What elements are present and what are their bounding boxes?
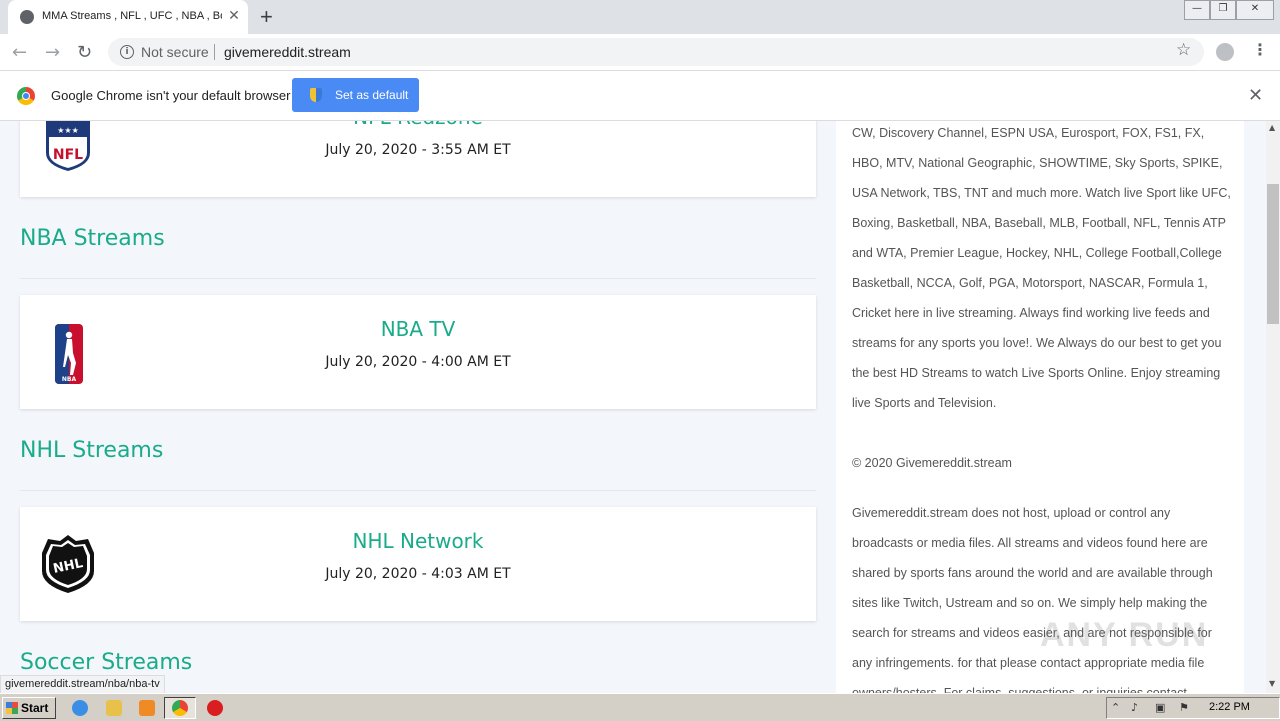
restore-button[interactable]: ❐: [1210, 0, 1236, 20]
minimize-button[interactable]: —: [1184, 0, 1210, 20]
globe-icon: [20, 10, 34, 24]
flag-icon[interactable]: ⚑: [1179, 702, 1191, 714]
shield-icon: [310, 88, 322, 102]
link-status-bar: givemereddit.stream/nba/nba-tv: [0, 675, 165, 694]
page-scrollbar[interactable]: ▲ ▼: [1266, 121, 1280, 693]
menu-kebab-icon[interactable]: ⋮: [1252, 40, 1268, 59]
start-label: Start: [21, 701, 49, 715]
internet-explorer-icon[interactable]: [72, 700, 88, 716]
back-arrow-icon[interactable]: ←: [12, 42, 27, 63]
folder-icon[interactable]: [106, 700, 122, 716]
card-date: July 20, 2020 - 3:55 AM ET: [325, 142, 511, 158]
scroll-thumb[interactable]: [1267, 184, 1279, 324]
sidebar-copyright: © 2020 Givemereddit.stream: [852, 456, 1012, 470]
windows-flag-icon: [6, 702, 18, 714]
card-date: July 20, 2020 - 4:00 AM ET: [325, 354, 511, 370]
start-button[interactable]: Start: [2, 697, 56, 719]
card-title[interactable]: NFL Redzone: [0, 121, 856, 129]
section-heading-soccer: Soccer Streams: [20, 650, 193, 675]
card-title[interactable]: NBA TV: [0, 317, 856, 341]
omnibox-separator: [214, 44, 215, 60]
stream-card-nhl[interactable]: NHL NHL Network July 20, 2020 - 4:03 AM …: [20, 507, 816, 621]
tab-title: MMA Streams , NFL , UFC , NBA , Bo: [42, 10, 222, 22]
section-heading-nhl: NHL Streams: [20, 438, 164, 463]
forward-arrow-icon[interactable]: →: [45, 42, 60, 63]
card-date: July 20, 2020 - 4:03 AM ET: [325, 566, 511, 582]
sidebar-disclaimer: Givemereddit.stream does not host, uploa…: [852, 506, 1213, 693]
sidebar-about: CW, Discovery Channel, ESPN USA, Eurospo…: [836, 121, 1244, 693]
infobar-close-icon[interactable]: ✕: [1248, 85, 1263, 106]
card-title[interactable]: NHL Network: [0, 529, 856, 553]
section-heading-nba: NBA Streams: [20, 226, 165, 251]
stop-sign-icon[interactable]: [207, 700, 223, 716]
tab-strip: MMA Streams , NFL , UFC , NBA , Bo ✕ + —…: [0, 0, 1280, 34]
new-tab-button[interactable]: +: [260, 4, 273, 30]
divider: [20, 278, 816, 279]
reload-icon[interactable]: ↻: [77, 42, 92, 63]
svg-text:NBA: NBA: [62, 376, 77, 383]
tray-chevron-icon[interactable]: ⌃: [1111, 702, 1123, 714]
stream-card-nba[interactable]: NBA NBA TV July 20, 2020 - 4:00 AM ET: [20, 295, 816, 409]
not-secure-label[interactable]: Not secure: [141, 44, 209, 60]
browser-toolbar: ← → ↻ i Not secure givemereddit.stream: [0, 34, 1280, 71]
windows-taskbar: Start ⌃ ♪ ▣ ⚑ 2:22 PM: [0, 693, 1280, 721]
default-browser-infobar: Google Chrome isn't your default browser…: [0, 71, 1280, 121]
page-content: NFL ★★★ NFL Redzone July 20, 2020 - 3:55…: [0, 121, 1266, 693]
scroll-down-arrow-icon[interactable]: ▼: [1269, 679, 1275, 688]
bookmark-star-icon[interactable]: ☆: [1176, 40, 1191, 60]
infobar-message: Google Chrome isn't your default browser: [51, 88, 291, 103]
window-close-button[interactable]: ✕: [1236, 0, 1274, 20]
url-text[interactable]: givemereddit.stream: [224, 44, 351, 60]
tab-close-icon[interactable]: ✕: [226, 8, 242, 24]
address-bar[interactable]: i Not secure givemereddit.stream: [108, 38, 1204, 66]
system-tray: ⌃ ♪ ▣ ⚑ 2:22 PM: [1106, 697, 1280, 719]
sidebar-description: CW, Discovery Channel, ESPN USA, Eurospo…: [852, 126, 1231, 410]
network-icon[interactable]: ▣: [1155, 702, 1167, 714]
browser-tab[interactable]: MMA Streams , NFL , UFC , NBA , Bo ✕: [8, 0, 248, 34]
anyrun-watermark: ANY RUN: [1040, 616, 1209, 654]
chrome-icon: [172, 700, 188, 716]
chrome-logo-icon: [17, 87, 35, 105]
set-as-default-label: Set as default: [335, 88, 409, 102]
media-player-icon[interactable]: [139, 700, 155, 716]
divider: [20, 490, 816, 491]
clock[interactable]: 2:22 PM: [1209, 701, 1250, 713]
volume-icon[interactable]: ♪: [1131, 702, 1143, 714]
profile-avatar-icon[interactable]: [1216, 43, 1234, 61]
info-icon[interactable]: i: [120, 45, 134, 59]
set-as-default-button[interactable]: Set as default: [292, 78, 419, 112]
stream-card-nfl[interactable]: NFL ★★★ NFL Redzone July 20, 2020 - 3:55…: [20, 121, 816, 197]
chrome-taskbar-button[interactable]: [164, 697, 196, 719]
scroll-up-arrow-icon[interactable]: ▲: [1269, 123, 1275, 132]
